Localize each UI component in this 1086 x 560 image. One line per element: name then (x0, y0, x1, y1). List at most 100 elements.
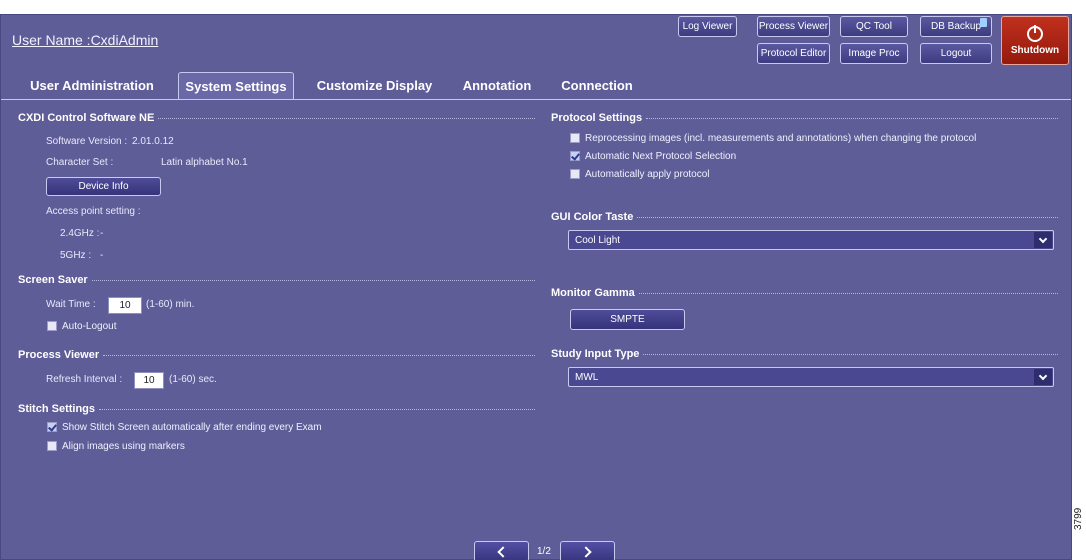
shutdown-label: Shutdown (1010, 44, 1060, 56)
study-input-section-title: Study Input Type (551, 348, 1058, 360)
shutdown-button[interactable]: Shutdown (1001, 16, 1069, 65)
software-version-value: 2.01.0.12 (132, 136, 174, 147)
ghz24-value: - (100, 228, 104, 239)
reprocessing-label: Reprocessing images (incl. measurements … (585, 133, 977, 144)
db-backup-label: DB Backup (931, 21, 982, 32)
device-info-button[interactable]: Device Info (46, 177, 161, 196)
section-divider (103, 355, 535, 356)
section-divider (637, 217, 1058, 218)
study-input-select[interactable]: MWL (568, 367, 1054, 387)
app-window: User Name :CxdiAdmin Log Viewer Process … (0, 14, 1072, 560)
section-divider (638, 293, 1058, 294)
stitch-title-text: Stitch Settings (18, 403, 96, 415)
show-stitch-label: Show Stitch Screen automatically after e… (62, 422, 322, 433)
figure-code: 3799 (1073, 507, 1084, 530)
smpte-button[interactable]: SMPTE (570, 309, 685, 330)
show-stitch-checkbox[interactable] (47, 422, 57, 432)
qc-tool-button[interactable]: QC Tool (840, 16, 908, 37)
chevron-down-icon[interactable] (1034, 369, 1052, 385)
align-markers-checkbox[interactable] (47, 441, 57, 451)
chevron-left-icon (497, 545, 509, 558)
protocol-title-text: Protocol Settings (551, 112, 643, 124)
logout-label: Logout (940, 48, 972, 59)
wait-time-label: Wait Time : (46, 299, 96, 310)
gui-color-select[interactable]: Cool Light (568, 230, 1054, 250)
wait-time-input[interactable] (108, 297, 142, 314)
section-divider (158, 118, 535, 119)
section-divider (91, 280, 535, 281)
ghz5-label: 5GHz : (60, 250, 92, 261)
db-backup-button[interactable]: DB Backup (920, 16, 992, 37)
tab-label: User Administration (30, 78, 154, 93)
logout-button[interactable]: Logout (920, 43, 992, 64)
process-viewer-button[interactable]: Process Viewer (757, 16, 830, 37)
smpte-label: SMPTE (610, 314, 645, 325)
stitch-section-title: Stitch Settings (18, 403, 535, 415)
chevron-right-icon (580, 545, 592, 558)
qc-tool-label: QC Tool (856, 21, 892, 32)
refresh-interval-input[interactable] (134, 372, 164, 389)
user-name-link[interactable]: User Name :CxdiAdmin (12, 32, 158, 48)
software-version-label: Software Version : (46, 136, 128, 147)
power-icon (1027, 24, 1043, 42)
protocol-section-title: Protocol Settings (551, 112, 1058, 124)
tab-label: Annotation (462, 78, 532, 93)
image-proc-label: Image Proc (848, 48, 900, 59)
process-viewer-section-title: Process Viewer (18, 349, 535, 361)
tab-customize-display[interactable]: Customize Display (308, 72, 441, 99)
ghz24-label: 2.4GHz : (60, 228, 100, 239)
image-proc-button[interactable]: Image Proc (840, 43, 908, 64)
auto-logout-checkbox[interactable] (47, 321, 57, 331)
tab-bar: User Administration System Settings Cust… (1, 72, 1071, 99)
ghz5-value: - (100, 250, 104, 261)
protocol-editor-button[interactable]: Protocol Editor (757, 43, 830, 64)
process-viewer-title-text: Process Viewer (18, 349, 100, 361)
character-set-value: Latin alphabet No.1 (161, 157, 248, 168)
system-settings-panel: CXDI Control Software NE Software Versio… (1, 100, 1071, 560)
database-icon (980, 18, 987, 27)
device-info-label: Device Info (78, 181, 129, 192)
auto-apply-protocol-checkbox[interactable] (570, 169, 580, 179)
auto-next-protocol-checkbox[interactable] (570, 151, 580, 161)
section-divider (643, 354, 1058, 355)
auto-next-protocol-label: Automatic Next Protocol Selection (585, 151, 737, 162)
prev-page-button[interactable] (474, 541, 529, 560)
gui-color-selected: Cool Light (575, 234, 621, 246)
log-viewer-button[interactable]: Log Viewer (678, 16, 737, 37)
protocol-editor-label: Protocol Editor (760, 48, 827, 59)
monitor-gamma-section-title: Monitor Gamma (551, 287, 1058, 299)
auto-logout-label: Auto-Logout (62, 321, 117, 332)
log-viewer-label: Log Viewer (682, 21, 733, 32)
page-indicator: 1/2 (537, 546, 551, 557)
gui-color-section-title: GUI Color Taste (551, 211, 1058, 223)
section-divider (646, 118, 1058, 119)
reprocessing-checkbox[interactable] (570, 133, 580, 143)
tab-user-administration[interactable]: User Administration (18, 72, 166, 99)
align-markers-label: Align images using markers (62, 441, 185, 452)
monitor-gamma-title-text: Monitor Gamma (551, 287, 635, 299)
section-divider (99, 409, 535, 410)
study-input-selected: MWL (575, 371, 599, 383)
tab-label: Connection (561, 78, 633, 93)
header-bar: User Name :CxdiAdmin Log Viewer Process … (1, 15, 1071, 75)
chevron-down-icon[interactable] (1034, 232, 1052, 248)
screen-saver-title-text: Screen Saver (18, 274, 88, 286)
wait-time-range: (1-60) min. (146, 299, 195, 310)
refresh-interval-range: (1-60) sec. (169, 374, 217, 385)
gui-color-title-text: GUI Color Taste (551, 211, 634, 223)
tab-label: System Settings (185, 78, 287, 94)
access-point-label: Access point setting : (46, 206, 141, 217)
cxdi-section-title: CXDI Control Software NE (18, 112, 535, 124)
tab-label: Customize Display (316, 78, 433, 93)
tab-system-settings[interactable]: System Settings (178, 72, 294, 99)
tab-annotation[interactable]: Annotation (453, 72, 541, 99)
auto-apply-protocol-label: Automatically apply protocol (585, 169, 710, 180)
cxdi-title-text: CXDI Control Software NE (18, 112, 155, 124)
next-page-button[interactable] (560, 541, 615, 560)
refresh-interval-label: Refresh Interval : (46, 374, 123, 385)
tab-connection[interactable]: Connection (554, 72, 640, 99)
study-input-title-text: Study Input Type (551, 348, 640, 360)
character-set-label: Character Set : (46, 157, 114, 168)
screen-saver-section-title: Screen Saver (18, 274, 535, 286)
process-viewer-label: Process Viewer (758, 21, 829, 32)
